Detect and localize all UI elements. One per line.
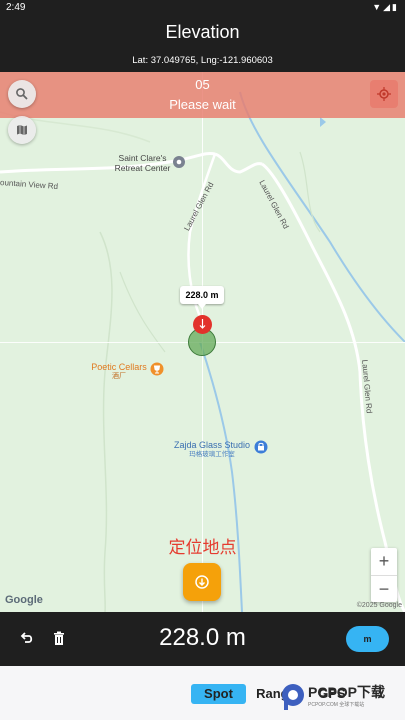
signal-icon: ◢ <box>383 2 393 12</box>
app-header: Elevation Lat: 37.049765, Lng:-121.96060… <box>0 16 405 72</box>
map-copyright: ©2025 Google <box>356 602 402 609</box>
target-icon <box>195 575 209 589</box>
watermark-text: PCPOP下载 <box>308 684 386 700</box>
wait-message: Please wait <box>169 97 236 112</box>
google-logo: Google <box>5 594 43 606</box>
poi-label: Saint Clare's Retreat Center <box>114 153 171 173</box>
map-type-button[interactable] <box>8 116 36 144</box>
shop-pin-icon <box>254 440 268 454</box>
watermark: PCPOP下载 PCPOP.COM 全球下载站 <box>280 680 400 714</box>
wait-banner: 05 Please wait <box>0 72 405 118</box>
bottom-bar: 228.0 m m <box>0 612 405 666</box>
location-pin[interactable] <box>193 315 212 334</box>
elevation-tag: 228.0 m <box>180 286 224 309</box>
winery-pin-icon <box>150 362 164 376</box>
my-location-icon <box>377 87 391 101</box>
poi-label: Zajda Glass Studio 玛格玻璃工作室 <box>173 440 251 458</box>
unit-toggle-button[interactable]: m <box>346 626 389 652</box>
page-title: Elevation <box>165 22 240 42</box>
confirm-location-text: 定位地点 <box>168 538 237 557</box>
watermark-subtext: PCPOP.COM 全球下载站 <box>308 702 365 708</box>
map-view[interactable]: 05 Please wait Saint Clare's Retreat Cen… <box>0 72 405 612</box>
wifi-icon: ▼ <box>372 2 384 12</box>
status-time: 2:49 <box>6 2 26 13</box>
tab-spot[interactable]: Spot <box>191 684 246 704</box>
wait-countdown: 05 <box>195 77 210 92</box>
zoom-in-button[interactable]: + <box>371 548 397 575</box>
zoom-control: + − <box>371 548 397 602</box>
status-bar: 2:49 ▼◢▮ <box>0 0 405 16</box>
watermark-logo-icon <box>282 684 304 710</box>
poi-label: Poetic Cellars 酒厂 <box>91 362 147 380</box>
confirm-location-button[interactable] <box>183 563 221 601</box>
search-button[interactable] <box>8 80 36 108</box>
map-icon <box>17 125 27 135</box>
my-location-button[interactable] <box>370 80 398 108</box>
pin-icon <box>199 319 206 329</box>
place-pin-icon <box>173 156 185 168</box>
battery-icon: ▮ <box>392 2 399 12</box>
coordinates-readout: Lat: 37.049765, Lng:-121.960603 <box>132 55 273 66</box>
search-icon <box>16 88 28 100</box>
zoom-out-button[interactable]: − <box>371 576 397 603</box>
status-icons: ▼◢▮ <box>372 2 399 13</box>
elevation-readout: 228.0 m <box>159 624 246 651</box>
